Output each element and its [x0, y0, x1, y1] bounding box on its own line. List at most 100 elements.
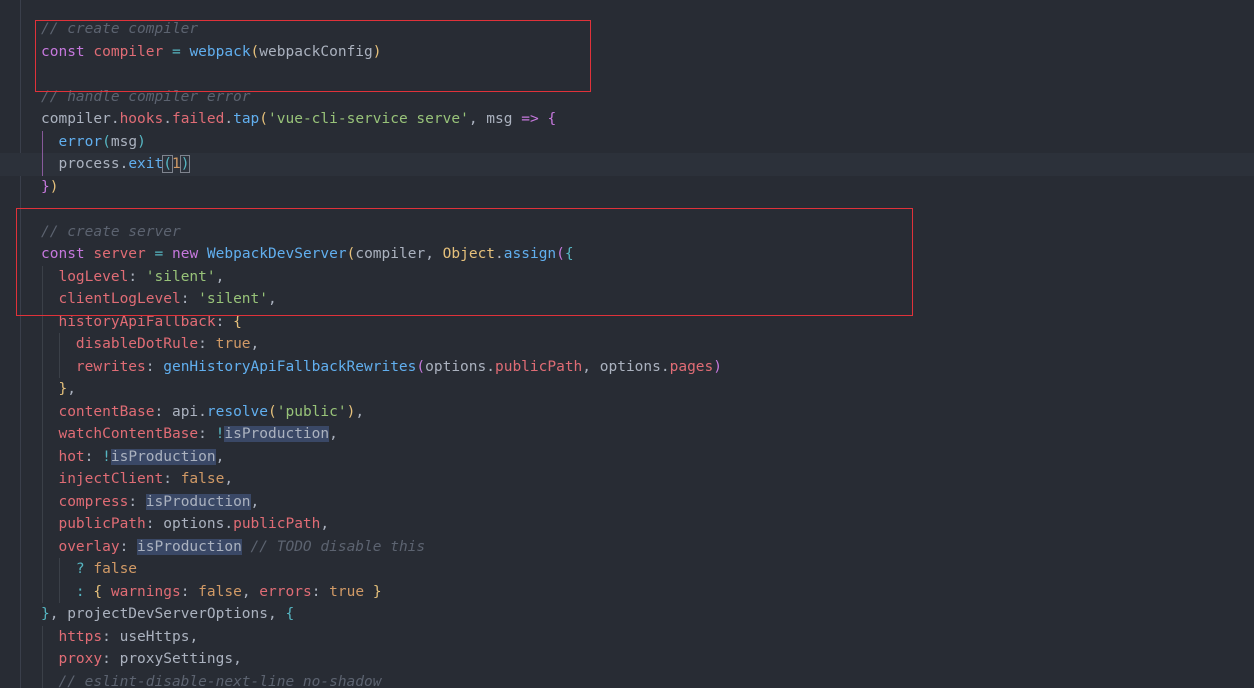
- code-line[interactable]: contentBase: api.resolve('public'),: [41, 400, 1254, 423]
- code-line[interactable]: logLevel: 'silent',: [41, 265, 1254, 288]
- code-line[interactable]: // create server: [41, 221, 1254, 244]
- code-line[interactable]: : { warnings: false, errors: true }: [41, 580, 1254, 603]
- code-token: hooks: [119, 111, 164, 127]
- code-token: 'public': [276, 403, 347, 420]
- code-token: 'vue-cli-service serve': [268, 111, 469, 127]
- indent-guide: [42, 130, 43, 153]
- code-token: :: [163, 471, 181, 487]
- code-line[interactable]: // eslint-disable-next-line no-shadow: [41, 670, 1254, 688]
- code-line[interactable]: proxy: proxySettings,: [41, 648, 1254, 671]
- code-token: server: [93, 246, 146, 262]
- code-token: ,: [233, 651, 242, 667]
- code-token: const: [41, 246, 85, 262]
- code-token: disableDotRule: [75, 336, 199, 352]
- code-line[interactable]: // handle compiler error: [41, 86, 1254, 109]
- code-line[interactable]: hot: !isProduction,: [41, 445, 1254, 468]
- code-token: isProduction: [145, 493, 251, 510]
- code-token: (: [556, 246, 565, 262]
- code-token: assign: [503, 246, 557, 262]
- code-line[interactable]: publicPath: options.publicPath,: [41, 513, 1254, 536]
- code-area[interactable]: // create compiler const compiler = webpa…: [0, 18, 1254, 688]
- code-token: }: [41, 178, 50, 195]
- code-token: }: [41, 606, 50, 622]
- code-token: api: [171, 403, 199, 420]
- code-line[interactable]: const server = new WebpackDevServer (comp…: [41, 243, 1254, 266]
- code-line[interactable]: injectClient: false,: [41, 468, 1254, 491]
- code-token: :: [145, 516, 164, 532]
- code-token: false: [180, 471, 225, 487]
- code-line[interactable]: process.exit(1): [0, 153, 1254, 176]
- code-token: !: [102, 448, 111, 465]
- code-token: // eslint-disable-next-line no-shadow: [58, 673, 382, 688]
- code-line[interactable]: compress: isProduction,: [41, 490, 1254, 513]
- code-token: :: [154, 403, 172, 420]
- code-token: 'silent': [145, 268, 216, 285]
- code-token: ,: [582, 358, 600, 375]
- indent-guide: [42, 288, 43, 311]
- code-token: :: [198, 336, 216, 352]
- code-line[interactable]: rewrites: genHistoryApiFallbackRewrites(…: [41, 355, 1254, 378]
- code-token: :: [119, 538, 138, 555]
- indent-guide: [42, 423, 43, 446]
- code-line[interactable]: // create compiler: [41, 18, 1254, 41]
- code-line[interactable]: https: useHttps,: [41, 625, 1254, 648]
- code-line[interactable]: [41, 198, 1254, 221]
- code-token: (: [250, 43, 260, 60]
- code-token: :: [180, 583, 199, 600]
- code-token: (: [259, 111, 269, 127]
- code-token: isProduction: [137, 538, 242, 555]
- code-token: options: [425, 358, 487, 375]
- code-token: Object: [442, 246, 496, 262]
- code-token: resolve: [206, 403, 269, 420]
- code-token: options: [599, 358, 661, 375]
- indent-guide: [42, 670, 43, 688]
- code-token: :: [102, 651, 120, 667]
- code-line[interactable]: error(msg): [41, 130, 1254, 153]
- code-line[interactable]: }, projectDevServerOptions, {: [41, 603, 1254, 626]
- code-token: ): [372, 43, 382, 60]
- code-line[interactable]: watchContentBase: !isProduction,: [41, 423, 1254, 446]
- code-token: proxySettings: [119, 651, 234, 667]
- indent-guide: [42, 445, 43, 468]
- indent-guide: [42, 153, 43, 176]
- code-line[interactable]: const compiler = webpack(webpackConfig): [41, 41, 1254, 64]
- indent-guide: [42, 310, 43, 333]
- code-token: isProduction: [110, 448, 216, 465]
- code-line[interactable]: disableDotRule: true,: [41, 333, 1254, 356]
- code-line[interactable]: }): [41, 176, 1254, 199]
- code-line[interactable]: ? false: [41, 558, 1254, 581]
- code-token: useHttps: [119, 628, 190, 645]
- code-line[interactable]: compiler.hooks.failed.tap('vue-cli-servi…: [41, 108, 1254, 131]
- code-line[interactable]: [41, 63, 1254, 86]
- code-token: hot: [58, 448, 85, 465]
- indent-guide: [42, 535, 43, 558]
- code-token: rewrites: [75, 358, 146, 375]
- code-token: ,: [215, 448, 225, 465]
- code-line[interactable]: overlay: isProduction // TODO disable th…: [41, 535, 1254, 558]
- code-line[interactable]: clientLogLevel: 'silent',: [41, 288, 1254, 311]
- code-line[interactable]: historyApiFallback: {: [41, 310, 1254, 333]
- indent-guide: [42, 468, 43, 491]
- code-token: tap: [233, 111, 260, 127]
- code-line[interactable]: },: [41, 378, 1254, 401]
- code-token: failed: [171, 111, 225, 127]
- code-token: errors: [259, 583, 312, 600]
- code-token: false: [93, 561, 138, 577]
- code-editor[interactable]: // create compiler const compiler = webpa…: [0, 0, 1254, 688]
- code-token: webpackConfig: [259, 43, 373, 60]
- code-token: :: [180, 291, 199, 307]
- code-token: injectClient: [58, 471, 164, 487]
- code-token: .: [495, 246, 504, 262]
- indent-guide: [42, 648, 43, 671]
- code-token: contentBase: [58, 403, 155, 420]
